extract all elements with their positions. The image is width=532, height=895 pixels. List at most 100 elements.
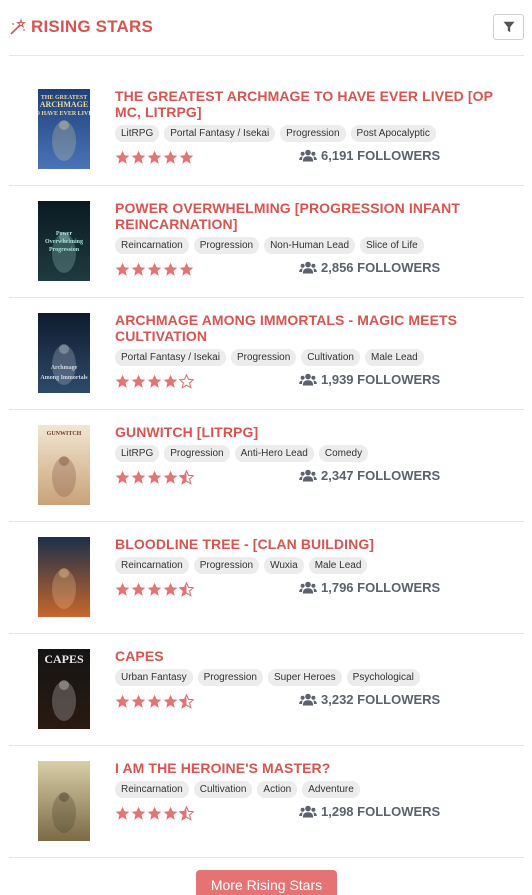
users-icon (299, 261, 317, 274)
star-icon (147, 150, 162, 164)
tag-list: Reincarnation Cultivation Action Adventure (115, 781, 515, 798)
fiction-item: THE GREATESTARCHMAGETO HAVE EVER LIVED T… (0, 74, 532, 186)
genre-tag[interactable]: Reincarnation (115, 237, 189, 254)
followers-label: 1,796 FOLLOWERS (321, 580, 441, 595)
cover-image: Power Overwhelming Progression (38, 201, 90, 281)
genre-tag[interactable]: Reincarnation (115, 557, 189, 574)
genre-tag[interactable]: Non-Human Lead (264, 237, 356, 254)
genre-tag[interactable]: Progression (164, 445, 230, 462)
star-icon (131, 582, 146, 596)
tag-list: Reincarnation Progression Non-Human Lead Sl… (115, 237, 515, 254)
rating-stars (115, 150, 194, 165)
cover-text: Among Immortals (40, 375, 88, 381)
fiction-item: Archmage Among Immortals ARCHMAGE AMONG I… (0, 298, 532, 410)
fiction-title-link[interactable]: CAPES (115, 648, 515, 664)
star-icon (179, 373, 194, 389)
fiction-meta: 6,191 FOLLOWERS (115, 148, 515, 166)
tag-list: Portal Fantasy / Isekai Progression Cultiv… (115, 349, 515, 366)
genre-tag[interactable]: Progression (193, 557, 260, 574)
filter-icon (503, 21, 514, 33)
star-icon (163, 150, 178, 164)
genre-tag[interactable]: Post Apocalyptic (350, 125, 436, 142)
star-icon (131, 374, 146, 388)
star-icon (115, 150, 130, 164)
rating-stars (115, 581, 194, 597)
genre-tag[interactable]: Anti-Hero Lead (234, 445, 314, 462)
fiction-title-link[interactable]: I AM THE HEROINE'S MASTER? (115, 760, 515, 776)
fiction-title-link[interactable]: POWER OVERWHELMING [PROGRESSION INFANT R… (115, 200, 515, 232)
fiction-title-link[interactable]: THE GREATEST ARCHMAGE TO HAVE EVER LIVED… (115, 88, 515, 120)
followers-count: 1,796 FOLLOWERS (299, 580, 440, 595)
fiction-title-link[interactable]: BLOODLINE TREE - [CLAN BUILDING] (115, 536, 515, 552)
star-icon (147, 694, 162, 708)
rating-stars (115, 693, 194, 709)
rising-stars-header: RISING STARS (0, 0, 532, 56)
star-icon (179, 469, 194, 485)
genre-tag[interactable]: Progression (280, 125, 346, 142)
genre-tag[interactable]: Urban Fantasy (115, 669, 193, 686)
fiction-cover[interactable] (38, 537, 90, 617)
genre-tag[interactable]: Progression (197, 669, 263, 686)
tag-list: Reincarnation Progression Wuxia Male Lead (115, 557, 515, 574)
genre-tag[interactable]: LitRPG (115, 125, 160, 142)
item-divider (9, 857, 524, 858)
followers-label: 1,939 FOLLOWERS (321, 372, 441, 387)
tag-list: LitRPG Progression Anti-Hero Lead Comedy (115, 445, 515, 462)
fiction-title-link[interactable]: GUNWITCH [LITRPG] (115, 424, 515, 440)
star-icon (115, 374, 130, 388)
rating-stars (115, 262, 194, 277)
fiction-info: GUNWITCH [LITRPG] LitRPG Progression Anti-… (115, 424, 515, 486)
genre-tag[interactable]: Cultivation (193, 781, 253, 798)
genre-tag[interactable]: Male Lead (308, 557, 368, 574)
fiction-cover[interactable]: THE GREATESTARCHMAGETO HAVE EVER LIVED (38, 89, 90, 169)
rating-stars (115, 805, 194, 821)
genre-tag[interactable]: LitRPG (115, 445, 160, 462)
followers-label: 2,347 FOLLOWERS (321, 468, 441, 483)
fiction-meta: 1,796 FOLLOWERS (115, 580, 515, 598)
followers-count: 1,298 FOLLOWERS (299, 804, 440, 819)
header-divider (9, 55, 524, 56)
cover-text: Archmage (51, 365, 78, 371)
genre-tag[interactable]: Wuxia (264, 557, 304, 574)
genre-tag[interactable]: Cultivation (301, 349, 360, 366)
star-icon (131, 470, 146, 484)
genre-tag[interactable]: Super Heroes (267, 669, 342, 686)
fiction-item: GUNWITCH GUNWITCH [LITRPG] LitRPG Progres… (0, 410, 532, 522)
genre-tag[interactable]: Progression (230, 349, 297, 366)
genre-tag[interactable]: Portal Fantasy / Isekai (164, 125, 276, 142)
star-icon (131, 150, 146, 164)
fiction-cover[interactable]: Archmage Among Immortals (38, 313, 90, 393)
star-icon (179, 805, 194, 821)
genre-tag[interactable]: Action (257, 781, 298, 798)
star-icon (163, 582, 178, 596)
more-rising-stars-button[interactable]: More Rising Stars (196, 870, 337, 895)
fiction-item: CAPES CAPES Urban Fantasy Progression Supe… (0, 634, 532, 746)
genre-tag[interactable]: Adventure (302, 781, 360, 798)
genre-tag[interactable]: Slice of Life (360, 237, 424, 254)
star-icon (179, 262, 194, 276)
cover-text: ARCHMAGE (40, 100, 88, 109)
cover-image: GUNWITCH (38, 425, 90, 505)
filter-button[interactable] (493, 14, 524, 40)
star-icon (147, 374, 162, 388)
fiction-cover[interactable]: GUNWITCH (38, 425, 90, 505)
fiction-cover[interactable]: CAPES (38, 649, 90, 729)
fiction-cover[interactable] (38, 761, 90, 841)
genre-tag[interactable]: Psychological (346, 669, 420, 686)
fiction-title-link[interactable]: ARCHMAGE AMONG IMMORTALS - MAGIC MEETS C… (115, 312, 515, 344)
star-icon (163, 374, 178, 388)
star-icon (147, 262, 162, 276)
genre-tag[interactable]: Progression (193, 237, 260, 254)
fiction-cover[interactable]: Power Overwhelming Progression (38, 201, 90, 281)
genre-tag[interactable]: Comedy (318, 445, 369, 462)
magic-wand-icon (10, 18, 27, 35)
star-icon (115, 470, 130, 484)
fiction-info: THE GREATEST ARCHMAGE TO HAVE EVER LIVED… (115, 88, 515, 166)
users-icon (299, 469, 317, 482)
star-icon (115, 806, 130, 820)
genre-tag[interactable]: Male Lead (365, 349, 424, 366)
genre-tag[interactable]: Reincarnation (115, 781, 189, 798)
followers-label: 2,856 FOLLOWERS (321, 260, 441, 275)
tag-list: LitRPG Portal Fantasy / Isekai Progression… (115, 125, 515, 142)
genre-tag[interactable]: Portal Fantasy / Isekai (115, 349, 226, 366)
